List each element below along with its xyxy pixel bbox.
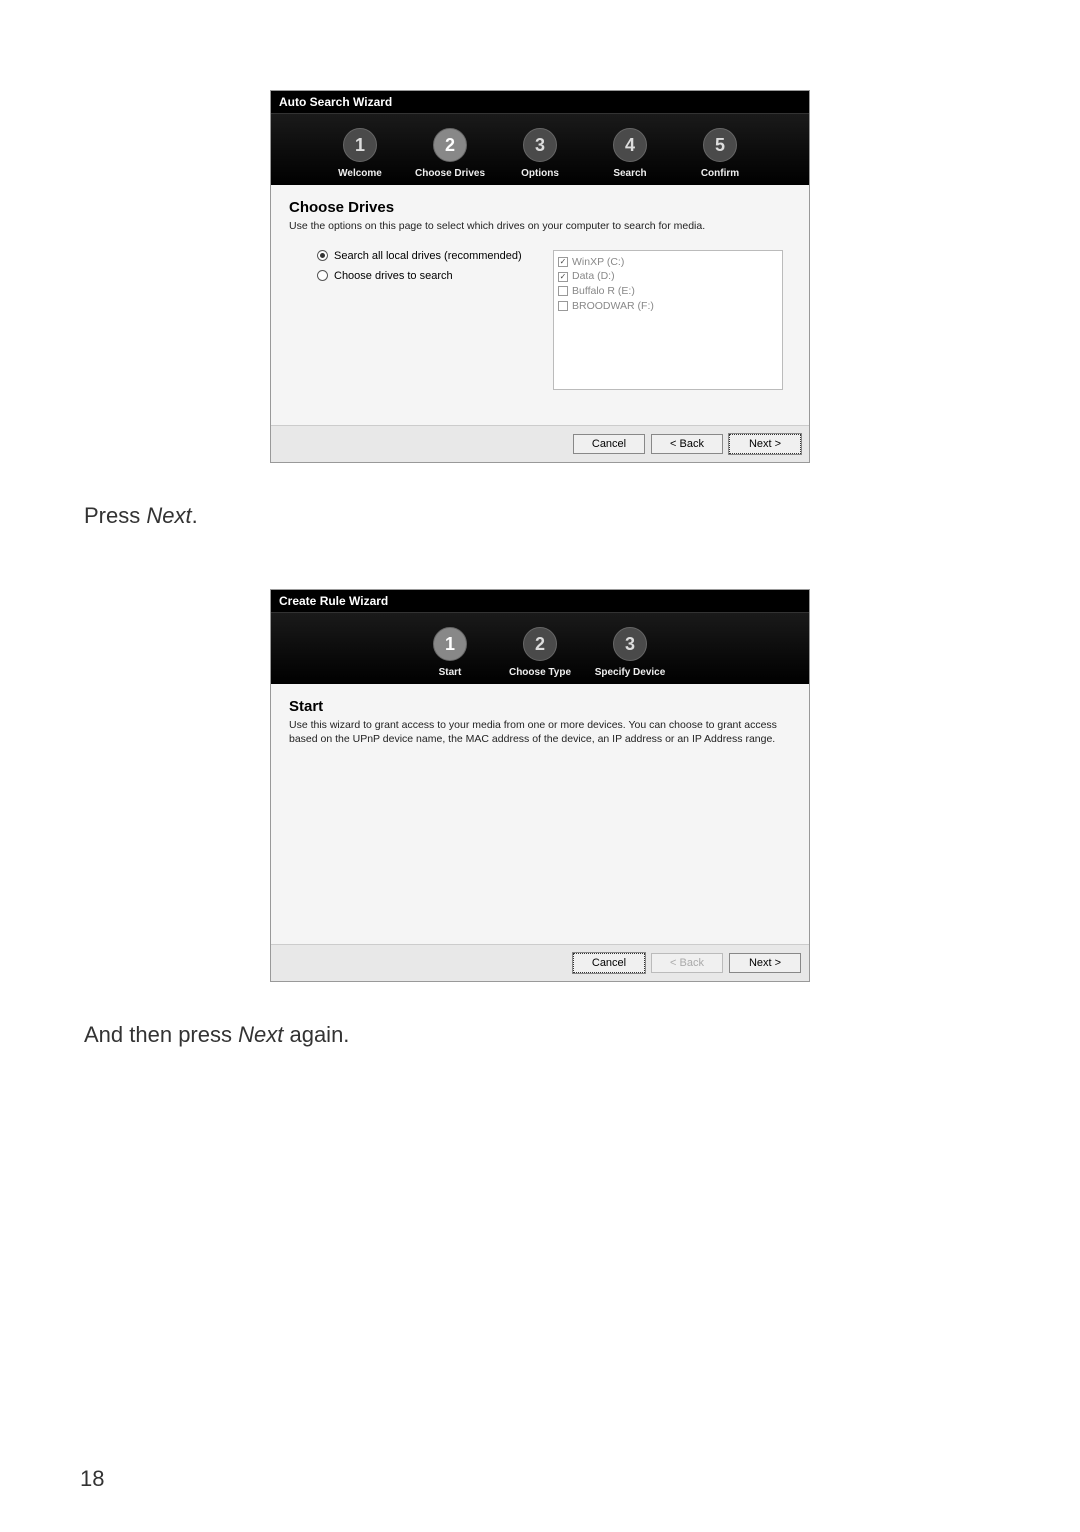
step-number: 2 [523,627,557,661]
radio-icon [317,250,328,261]
step-label: Start [439,667,462,678]
checkbox-icon [558,286,568,296]
radio-icon [317,270,328,281]
create-rule-wizard: Create Rule Wizard 1 Start 2 Choose Type… [270,589,810,982]
drive-label: WinXP (C:) [572,255,624,270]
radio-search-all[interactable]: Search all local drives (recommended) [317,250,537,262]
step-label: Welcome [338,168,382,179]
step-number: 2 [433,128,467,162]
step-label: Options [521,168,559,179]
window-title: Auto Search Wizard [271,91,809,114]
drive-label: BROODWAR (F:) [572,299,654,314]
step-choose-type: 2 Choose Type [495,627,585,678]
next-button[interactable]: Next > [729,434,801,454]
step-number: 3 [613,627,647,661]
step-welcome: 1 Welcome [315,128,405,179]
wizard-step-header: 1 Welcome 2 Choose Drives 3 Options 4 Se… [271,114,809,185]
step-specify-device: 3 Specify Device [585,627,675,678]
wizard-footer: Cancel < Back Next > [271,944,809,981]
back-button[interactable]: < Back [651,434,723,454]
section-desc: Use the options on this page to select w… [289,220,791,234]
checkbox-icon [558,272,568,282]
page-number: 18 [80,1466,104,1492]
drive-item[interactable]: WinXP (C:) [558,255,778,270]
drive-item[interactable]: Data (D:) [558,269,778,284]
step-number: 3 [523,128,557,162]
wizard-body: Start Use this wizard to grant access to… [271,684,809,944]
cancel-button[interactable]: Cancel [573,953,645,973]
instruction-text: And then press Next again. [84,1022,1000,1048]
window-title: Create Rule Wizard [271,590,809,613]
wizard-step-header: 1 Start 2 Choose Type 3 Specify Device [271,613,809,684]
step-label: Specify Device [595,667,666,678]
step-number: 1 [433,627,467,661]
checkbox-icon [558,257,568,267]
checkbox-icon [558,301,568,311]
section-desc: Use this wizard to grant access to your … [289,719,791,746]
step-label: Choose Type [509,667,571,678]
section-title: Start [289,698,791,715]
step-label: Search [613,168,646,179]
step-start: 1 Start [405,627,495,678]
radio-label: Choose drives to search [334,270,453,282]
auto-search-wizard: Auto Search Wizard 1 Welcome 2 Choose Dr… [270,90,810,463]
step-confirm: 5 Confirm [675,128,765,179]
step-label: Confirm [701,168,739,179]
drive-label: Buffalo R (E:) [572,284,635,299]
wizard-footer: Cancel < Back Next > [271,425,809,462]
drive-item[interactable]: Buffalo R (E:) [558,284,778,299]
drive-label: Data (D:) [572,269,615,284]
radio-choose-drives[interactable]: Choose drives to search [317,270,537,282]
step-number: 4 [613,128,647,162]
step-number: 5 [703,128,737,162]
section-title: Choose Drives [289,199,791,216]
next-button[interactable]: Next > [729,953,801,973]
step-search: 4 Search [585,128,675,179]
radio-label: Search all local drives (recommended) [334,250,522,262]
instruction-text: Press Next. [84,503,1000,529]
drive-item[interactable]: BROODWAR (F:) [558,299,778,314]
back-button: < Back [651,953,723,973]
step-choose-drives: 2 Choose Drives [405,128,495,179]
step-number: 1 [343,128,377,162]
drive-list: WinXP (C:) Data (D:) Buffalo R (E:) BROO… [553,250,783,390]
wizard-body: Choose Drives Use the options on this pa… [271,185,809,425]
step-options: 3 Options [495,128,585,179]
step-label: Choose Drives [415,168,485,179]
cancel-button[interactable]: Cancel [573,434,645,454]
